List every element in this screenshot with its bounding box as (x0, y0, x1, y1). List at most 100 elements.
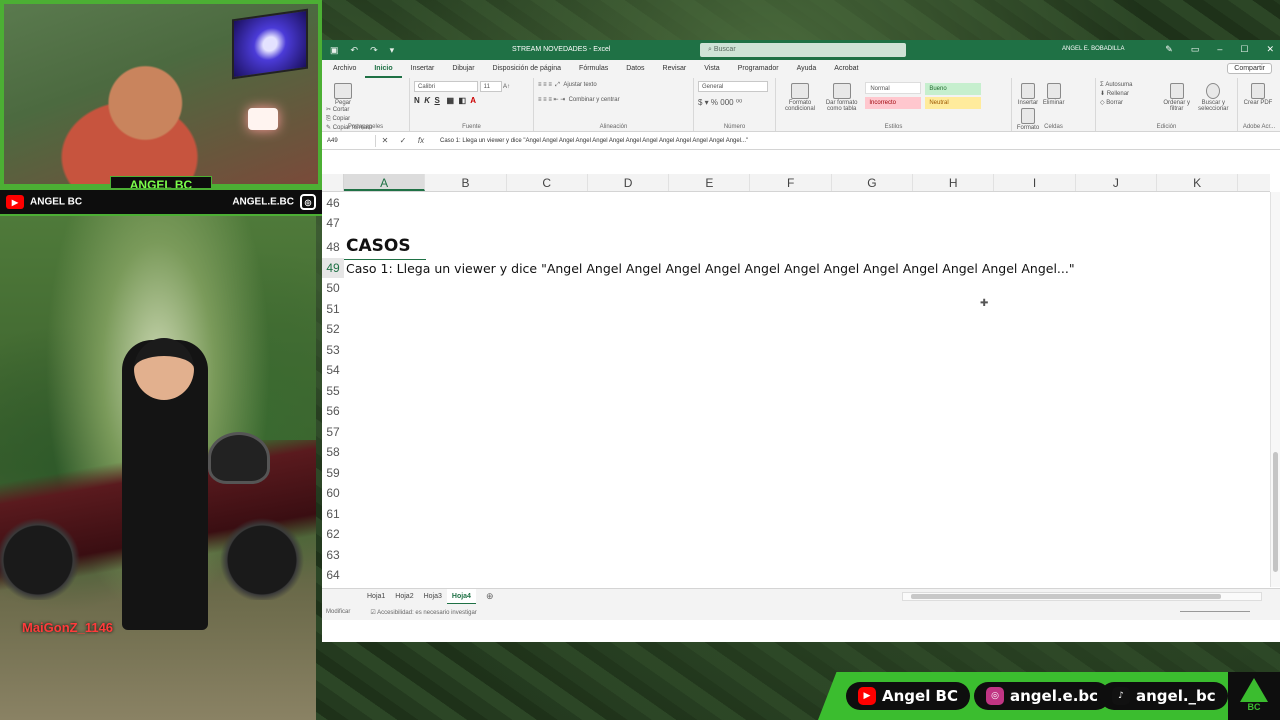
italic-icon[interactable]: K (424, 96, 430, 105)
horizontal-scroll-thumb[interactable] (911, 594, 1221, 599)
number-format-select[interactable]: General (698, 81, 768, 92)
align-top-icons[interactable]: ≡ ≡ ≡ ⤢ Ajustar texto (538, 81, 689, 90)
search-input[interactable]: ⌕ Buscar (700, 43, 906, 57)
column-header-h[interactable]: H (913, 174, 995, 191)
copy-button[interactable]: ⎘ Copiar (326, 115, 372, 124)
row-header[interactable]: 61 (322, 504, 344, 524)
redo-icon[interactable]: ↷ (370, 45, 378, 56)
format-as-table-button[interactable]: Dar formato como tabla (822, 81, 862, 112)
row-header[interactable]: 58 (322, 442, 344, 462)
pen-icon[interactable]: ✎ (1165, 44, 1173, 55)
font-name-select[interactable]: Calibri (414, 81, 478, 92)
tab-insertar[interactable]: Insertar (402, 60, 444, 78)
font-size-select[interactable]: 11 (479, 81, 502, 92)
tab-formulas[interactable]: Fórmulas (570, 60, 617, 78)
close-icon[interactable]: ✕ (1266, 44, 1274, 55)
row-header[interactable]: 57 (322, 422, 344, 442)
customize-icon[interactable]: ▾ (390, 45, 395, 56)
name-box[interactable]: A49 (324, 134, 376, 147)
number-format-icons[interactable]: $ ▾ % 000 ⁰⁰ (698, 98, 771, 107)
vertical-scrollbar[interactable] (1270, 192, 1280, 587)
minimize-icon[interactable]: – (1217, 44, 1222, 55)
style-neutral[interactable]: Neutral (925, 97, 982, 109)
vertical-scroll-thumb[interactable] (1273, 452, 1278, 572)
tab-ayuda[interactable]: Ayuda (788, 60, 826, 78)
row-header[interactable]: 62 (322, 524, 344, 544)
style-incorrecto[interactable]: Incorrecto (865, 97, 922, 109)
column-header-j[interactable]: J (1076, 174, 1157, 191)
row-header[interactable]: 48 (322, 237, 344, 257)
zoom-slider[interactable] (1180, 611, 1250, 612)
delete-cells-button[interactable]: Eliminar (1042, 81, 1066, 106)
tab-archivo[interactable]: Archivo (324, 60, 365, 78)
grow-font-icon[interactable]: A↑ (503, 84, 510, 90)
paste-button[interactable]: Pegar (326, 81, 360, 106)
select-all-corner[interactable] (322, 174, 344, 191)
row-header[interactable]: 46 (322, 193, 344, 213)
sheet-tab-hoja2[interactable]: Hoja2 (390, 589, 418, 605)
style-bueno[interactable]: Bueno (925, 83, 982, 95)
tab-revisar[interactable]: Revisar (654, 60, 696, 78)
fill-color-icon[interactable]: ◧ (459, 96, 467, 105)
row-header[interactable]: 53 (322, 340, 344, 360)
column-header-k[interactable]: K (1157, 174, 1239, 191)
cell-a49-text[interactable]: Caso 1: Llega un viewer y dice "Angel An… (346, 261, 1075, 276)
tab-disposicion[interactable]: Disposición de página (484, 60, 571, 78)
row-header[interactable]: 59 (322, 463, 344, 483)
row-header[interactable]: 63 (322, 545, 344, 565)
column-header-c[interactable]: C (507, 174, 588, 191)
font-color-icon[interactable]: A (470, 96, 476, 105)
column-header-f[interactable]: F (750, 174, 832, 191)
create-pdf-button[interactable]: Crear PDF (1242, 81, 1274, 106)
maximize-icon[interactable]: ☐ (1240, 44, 1248, 55)
row-header[interactable]: 50 (322, 278, 344, 298)
conditional-format-button[interactable]: Formato condicional (780, 81, 820, 112)
tab-dibujar[interactable]: Dibujar (443, 60, 483, 78)
user-name[interactable]: ANGEL E. BOBADILLA (1062, 46, 1124, 52)
worksheet-grid[interactable]: ABCDEFGHIJK 46 47 48 CASOS 49 Caso 1: Llega u… (322, 150, 1280, 588)
column-header-a[interactable]: A (344, 174, 426, 191)
align-left-icons[interactable]: ≡ ≡ ≡ ⇤ ⇥ Combinar y centrar (538, 96, 689, 105)
sheet-tab-hoja4[interactable]: Hoja4 (446, 588, 476, 605)
cut-button[interactable]: ✂ Cortar (326, 106, 372, 115)
tab-vista[interactable]: Vista (695, 60, 728, 78)
row-header[interactable]: 52 (322, 319, 344, 339)
row-header[interactable]: 60 (322, 483, 344, 503)
row-header[interactable]: 51 (322, 299, 344, 319)
share-button[interactable]: Compartir (1227, 63, 1272, 74)
tab-programador[interactable]: Programador (729, 60, 788, 78)
confirm-entry-icon[interactable]: ✓ (394, 136, 412, 145)
formula-input[interactable]: Caso 1: Llega un viewer y dice "Angel An… (430, 138, 748, 144)
tab-datos[interactable]: Datos (617, 60, 653, 78)
sort-filter-button[interactable]: Ordenar y filtrar (1160, 81, 1194, 112)
add-sheet-icon[interactable]: ⊕ (486, 591, 494, 602)
underline-icon[interactable]: S (434, 96, 439, 105)
insert-function-icon[interactable]: fx (412, 136, 430, 145)
find-select-button[interactable]: Buscar y seleccionar (1195, 81, 1231, 112)
ribbon-display-icon[interactable]: ▭ (1191, 44, 1200, 55)
row-header[interactable]: 54 (322, 360, 344, 380)
row-header[interactable]: 56 (322, 401, 344, 421)
row-header[interactable]: 47 (322, 213, 344, 233)
style-normal[interactable]: Normal (865, 82, 922, 94)
bold-icon[interactable]: N (414, 96, 420, 105)
horizontal-scrollbar[interactable] (902, 592, 1262, 601)
sheet-tab-hoja1[interactable]: Hoja1 (362, 589, 390, 605)
save-icon[interactable]: ▣ (330, 45, 339, 56)
row-header[interactable]: 49 (322, 257, 344, 278)
undo-icon[interactable]: ↶ (351, 45, 359, 56)
column-header-b[interactable]: B (425, 174, 507, 191)
cell-a48-heading[interactable]: CASOS (346, 236, 411, 256)
sheet-tab-hoja3[interactable]: Hoja3 (419, 589, 447, 605)
autosum-button[interactable]: Σ Autosuma (1100, 81, 1158, 90)
clear-button[interactable]: ◇ Borrar (1100, 99, 1158, 108)
column-header-d[interactable]: D (588, 174, 670, 191)
borders-icon[interactable]: ▦ (446, 96, 454, 105)
column-header-g[interactable]: G (832, 174, 914, 191)
column-header-e[interactable]: E (669, 174, 751, 191)
fill-button[interactable]: ⬇ Rellenar (1100, 90, 1158, 99)
accessibility-status[interactable]: ☑ Accesibilidad: es necesario investigar (370, 609, 476, 616)
insert-cells-button[interactable]: Insertar (1016, 81, 1040, 106)
tab-inicio[interactable]: Inicio (365, 60, 402, 78)
column-header-i[interactable]: I (994, 174, 1076, 191)
